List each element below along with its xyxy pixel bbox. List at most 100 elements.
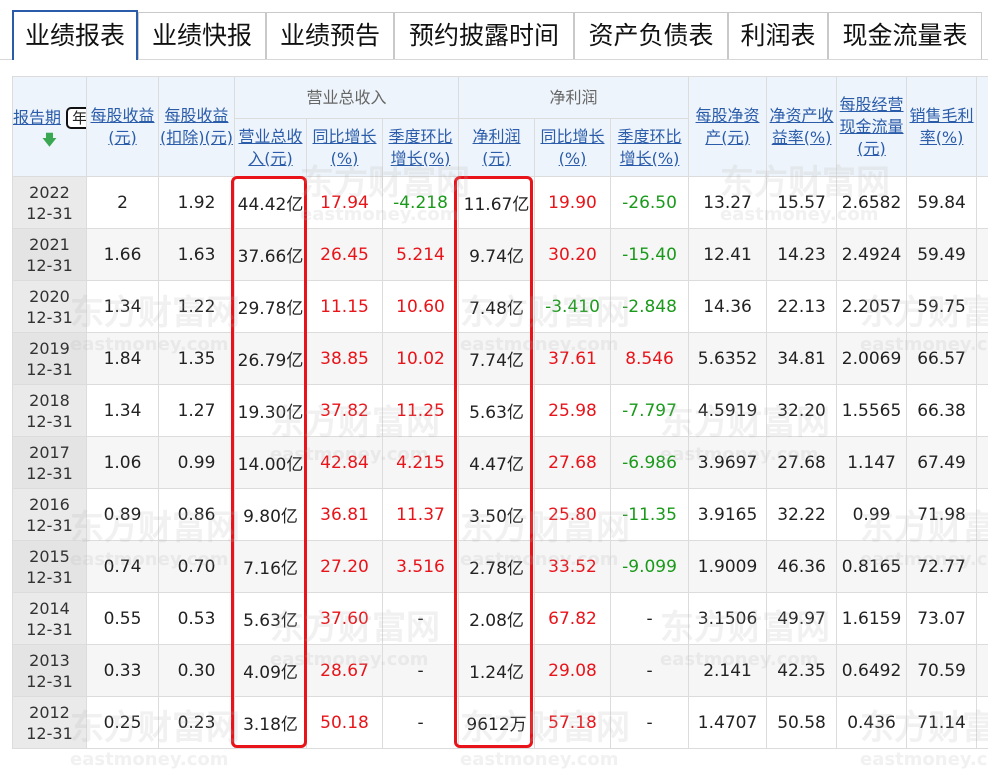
roe-cell: 15.57 [767, 177, 837, 229]
ocfps-cell: 2.6582 [837, 177, 907, 229]
tab-income-statement[interactable]: 利润表 [728, 12, 828, 59]
tab-cash-flow[interactable]: 现金流量表 [828, 12, 982, 59]
extra-cell [977, 385, 988, 437]
report-date-cell: 201912-31 [13, 333, 87, 385]
gross-margin-cell: 59.49 [907, 229, 977, 281]
tab-performance-express[interactable]: 业绩快报 [138, 12, 266, 59]
tab-balance-sheet[interactable]: 资产负债表 [574, 12, 728, 59]
period-sort-link[interactable]: 报告期 [13, 108, 61, 127]
revenue-header-label[interactable]: 营业总收入(元) [235, 126, 306, 170]
roe-header[interactable]: 净资产收益率(%) [767, 77, 837, 177]
report-year: 2016 [13, 494, 86, 515]
bvps-cell: 1.9009 [689, 541, 767, 593]
performance-table-body: 202212-3121.9244.42亿17.94-4.21811.67亿19.… [13, 177, 988, 749]
tab-performance-forecast[interactable]: 业绩预告 [266, 12, 394, 59]
eps-deducted-cell: 1.27 [159, 385, 235, 437]
profit-header[interactable]: 净利润(元) [459, 119, 535, 177]
revenue-qoq-header[interactable]: 季度环比增长(%) [383, 119, 459, 177]
report-month-day: 12-31 [13, 203, 86, 224]
revenue-qoq-cell: -4.218 [383, 177, 459, 229]
roe-cell: 32.20 [767, 385, 837, 437]
eps-deducted-header-label[interactable]: 每股收益(扣除)(元) [159, 105, 234, 149]
ocfps-cell: 0.99 [837, 489, 907, 541]
tab-disclosure-schedule[interactable]: 预约披露时间 [394, 12, 574, 59]
profit-cell: 2.78亿 [459, 541, 535, 593]
revenue-qoq-cell: 4.215 [383, 437, 459, 489]
profit-qoq-cell: -7.797 [611, 385, 689, 437]
eps-cell: 1.84 [87, 333, 159, 385]
period-select[interactable]: 年报⌄ [66, 107, 86, 129]
profit-yoy-cell: 27.68 [535, 437, 611, 489]
roe-cell: 14.23 [767, 229, 837, 281]
eps-cell: 0.33 [87, 645, 159, 697]
ocfps-cell: 1.147 [837, 437, 907, 489]
period-select-value: 年报 [72, 109, 86, 127]
profit-cell: 2.08亿 [459, 593, 535, 645]
gross-margin-cell: 71.98 [907, 489, 977, 541]
performance-table: 报告期 年报⌄ 🡇 每股收益(元) 每股收益(扣除)(元) 营业总收入 净利润 … [12, 76, 988, 749]
bvps-cell: 1.4707 [689, 697, 767, 749]
gross-margin-header[interactable]: 销售毛利率(%) [907, 77, 977, 177]
ocfps-header[interactable]: 每股经营现金流量(元) [837, 77, 907, 177]
report-tab-bar: 业绩报表 业绩快报 业绩预告 预约披露时间 资产负债表 利润表 现金流量表 [0, 0, 988, 60]
roe-cell: 34.81 [767, 333, 837, 385]
report-date-cell: 202112-31 [13, 229, 87, 281]
profit-yoy-cell: 67.82 [535, 593, 611, 645]
report-month-day: 12-31 [13, 619, 86, 640]
bvps-header[interactable]: 每股净资产(元) [689, 77, 767, 177]
revenue-yoy-cell: 37.60 [307, 593, 383, 645]
profit-cell: 7.48亿 [459, 281, 535, 333]
revenue-cell: 37.66亿 [235, 229, 307, 281]
revenue-qoq-header-label[interactable]: 季度环比增长(%) [383, 126, 458, 170]
profit-yoy-header-label[interactable]: 同比增长(%) [535, 126, 610, 170]
bvps-cell: 4.5919 [689, 385, 767, 437]
gross-margin-header-label[interactable]: 销售毛利率(%) [907, 105, 976, 149]
extra-cell [977, 593, 988, 645]
profit-cell: 9.74亿 [459, 229, 535, 281]
profit-qoq-cell: -6.986 [611, 437, 689, 489]
sort-down-arrow-icon[interactable]: 🡇 [13, 132, 86, 148]
extra-cell [977, 229, 988, 281]
report-month-day: 12-31 [13, 255, 86, 276]
revenue-yoy-header[interactable]: 同比增长(%) [307, 119, 383, 177]
profit-yoy-header[interactable]: 同比增长(%) [535, 119, 611, 177]
revenue-yoy-cell: 17.94 [307, 177, 383, 229]
ocfps-cell: 0.436 [837, 697, 907, 749]
roe-cell: 42.35 [767, 645, 837, 697]
eps-deducted-cell: 0.53 [159, 593, 235, 645]
report-date-cell: 201612-31 [13, 489, 87, 541]
extra-cell [977, 697, 988, 749]
ocfps-cell: 0.6492 [837, 645, 907, 697]
eps-deducted-cell: 1.92 [159, 177, 235, 229]
revenue-qoq-cell: 11.37 [383, 489, 459, 541]
bvps-cell: 3.9697 [689, 437, 767, 489]
tab-performance-report[interactable]: 业绩报表 [12, 10, 138, 60]
report-month-day: 12-31 [13, 671, 86, 692]
profit-qoq-cell: - [611, 593, 689, 645]
roe-header-label[interactable]: 净资产收益率(%) [767, 105, 836, 149]
ocfps-cell: 2.2057 [837, 281, 907, 333]
profit-header-label[interactable]: 净利润(元) [459, 126, 534, 170]
revenue-qoq-cell: - [383, 697, 459, 749]
roe-cell: 46.36 [767, 541, 837, 593]
eps-header[interactable]: 每股收益(元) [87, 77, 159, 177]
profit-group-header: 净利润 [459, 77, 689, 119]
revenue-yoy-header-label[interactable]: 同比增长(%) [307, 126, 382, 170]
ocfps-header-label[interactable]: 每股经营现金流量(元) [837, 94, 906, 160]
revenue-cell: 26.79亿 [235, 333, 307, 385]
eps-header-label[interactable]: 每股收益(元) [87, 105, 158, 149]
revenue-header[interactable]: 营业总收入(元) [235, 119, 307, 177]
revenue-cell: 44.42亿 [235, 177, 307, 229]
bvps-header-label[interactable]: 每股净资产(元) [689, 105, 766, 149]
table-row: 201712-311.060.9914.00亿42.844.2154.47亿27… [13, 437, 988, 489]
profit-qoq-cell: -11.35 [611, 489, 689, 541]
gross-margin-cell: 72.77 [907, 541, 977, 593]
extra-cell [977, 437, 988, 489]
profit-qoq-header-label[interactable]: 季度环比增长(%) [611, 126, 688, 170]
eps-deducted-header[interactable]: 每股收益(扣除)(元) [159, 77, 235, 177]
profit-qoq-cell: - [611, 697, 689, 749]
revenue-qoq-cell: - [383, 645, 459, 697]
eps-deducted-cell: 0.23 [159, 697, 235, 749]
profit-qoq-header[interactable]: 季度环比增长(%) [611, 119, 689, 177]
eps-cell: 1.34 [87, 385, 159, 437]
